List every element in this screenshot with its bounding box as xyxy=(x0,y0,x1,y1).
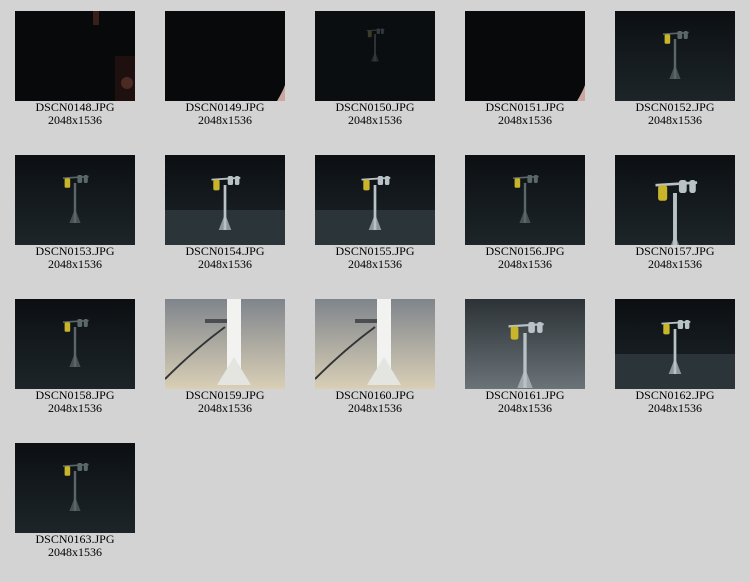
thumbnail-image[interactable] xyxy=(15,155,135,245)
thumbnail-image[interactable] xyxy=(165,155,285,245)
thumbnail-image[interactable] xyxy=(615,155,735,245)
thumbnail-dimensions: 2048x1536 xyxy=(48,545,102,559)
thumbnail-item[interactable]: DSCN0148.JPG 2048x1536 xyxy=(0,0,150,140)
thumbnail-caption: DSCN0157.JPG 2048x1536 xyxy=(600,245,750,271)
thumbnail-image[interactable] xyxy=(165,299,285,389)
thumbnail-item[interactable]: DSCN0154.JPG 2048x1536 xyxy=(150,144,300,284)
thumbnail-image[interactable] xyxy=(165,11,285,101)
photo-thumbnail-icon xyxy=(465,11,585,101)
thumbnail-caption: DSCN0152.JPG 2048x1536 xyxy=(600,101,750,127)
photo-thumbnail-icon xyxy=(465,299,585,389)
photo-thumbnail-icon xyxy=(165,155,285,245)
thumbnail-image[interactable] xyxy=(315,155,435,245)
photo-thumbnail-icon xyxy=(465,155,585,245)
thumbnail-caption: DSCN0148.JPG 2048x1536 xyxy=(0,101,150,127)
photo-thumbnail-icon xyxy=(15,443,135,533)
thumbnail-image[interactable] xyxy=(15,299,135,389)
thumbnail-dimensions: 2048x1536 xyxy=(348,113,402,127)
thumbnail-caption: DSCN0162.JPG 2048x1536 xyxy=(600,389,750,415)
thumbnail-dimensions: 2048x1536 xyxy=(648,113,702,127)
thumbnail-item[interactable]: DSCN0161.JPG 2048x1536 xyxy=(450,288,600,428)
thumbnail-caption: DSCN0159.JPG 2048x1536 xyxy=(150,389,300,415)
thumbnail-dimensions: 2048x1536 xyxy=(48,113,102,127)
thumbnail-image[interactable] xyxy=(615,299,735,389)
thumbnail-item[interactable]: DSCN0149.JPG 2048x1536 xyxy=(150,0,300,140)
thumbnail-dimensions: 2048x1536 xyxy=(498,257,552,271)
photo-thumbnail-icon xyxy=(15,155,135,245)
photo-thumbnail-icon xyxy=(615,299,735,389)
thumbnail-item[interactable]: DSCN0152.JPG 2048x1536 xyxy=(600,0,750,140)
thumbnail-gallery: DSCN0148.JPG 2048x1536 DSCN0149.JPG 2048x15… xyxy=(0,0,750,582)
photo-thumbnail-icon xyxy=(165,11,285,101)
thumbnail-dimensions: 2048x1536 xyxy=(348,257,402,271)
thumbnail-item[interactable]: DSCN0160.JPG 2048x1536 xyxy=(300,288,450,428)
thumbnail-dimensions: 2048x1536 xyxy=(348,401,402,415)
thumbnail-caption: DSCN0155.JPG 2048x1536 xyxy=(300,245,450,271)
thumbnail-caption: DSCN0154.JPG 2048x1536 xyxy=(150,245,300,271)
thumbnail-caption: DSCN0149.JPG 2048x1536 xyxy=(150,101,300,127)
thumbnail-item[interactable]: DSCN0159.JPG 2048x1536 xyxy=(150,288,300,428)
thumbnail-dimensions: 2048x1536 xyxy=(198,113,252,127)
thumbnail-image[interactable] xyxy=(615,11,735,101)
thumbnail-item[interactable]: DSCN0153.JPG 2048x1536 xyxy=(0,144,150,284)
photo-thumbnail-icon xyxy=(615,11,735,101)
thumbnail-item[interactable]: DSCN0157.JPG 2048x1536 xyxy=(600,144,750,284)
photo-thumbnail-icon xyxy=(315,299,435,389)
thumbnail-item[interactable]: DSCN0158.JPG 2048x1536 xyxy=(0,288,150,428)
thumbnail-item[interactable]: DSCN0156.JPG 2048x1536 xyxy=(450,144,600,284)
photo-thumbnail-icon xyxy=(315,11,435,101)
thumbnail-item[interactable]: DSCN0155.JPG 2048x1536 xyxy=(300,144,450,284)
thumbnail-caption: DSCN0158.JPG 2048x1536 xyxy=(0,389,150,415)
photo-thumbnail-icon xyxy=(165,299,285,389)
thumbnail-caption: DSCN0156.JPG 2048x1536 xyxy=(450,245,600,271)
thumbnail-dimensions: 2048x1536 xyxy=(48,257,102,271)
photo-thumbnail-icon xyxy=(15,11,135,101)
thumbnail-dimensions: 2048x1536 xyxy=(198,257,252,271)
thumbnail-caption: DSCN0160.JPG 2048x1536 xyxy=(300,389,450,415)
photo-thumbnail-icon xyxy=(315,155,435,245)
thumbnail-image[interactable] xyxy=(315,299,435,389)
thumbnail-caption: DSCN0150.JPG 2048x1536 xyxy=(300,101,450,127)
thumbnail-dimensions: 2048x1536 xyxy=(648,401,702,415)
thumbnail-item[interactable]: DSCN0151.JPG 2048x1536 xyxy=(450,0,600,140)
thumbnail-image[interactable] xyxy=(465,155,585,245)
thumbnail-image[interactable] xyxy=(465,299,585,389)
thumbnail-dimensions: 2048x1536 xyxy=(198,401,252,415)
thumbnail-image[interactable] xyxy=(15,11,135,101)
thumbnail-dimensions: 2048x1536 xyxy=(498,113,552,127)
thumbnail-item[interactable]: DSCN0150.JPG 2048x1536 xyxy=(300,0,450,140)
photo-thumbnail-icon xyxy=(615,155,735,245)
thumbnail-dimensions: 2048x1536 xyxy=(48,401,102,415)
thumbnail-image[interactable] xyxy=(315,11,435,101)
thumbnail-caption: DSCN0151.JPG 2048x1536 xyxy=(450,101,600,127)
thumbnail-image[interactable] xyxy=(465,11,585,101)
thumbnail-caption: DSCN0161.JPG 2048x1536 xyxy=(450,389,600,415)
thumbnail-image[interactable] xyxy=(15,443,135,533)
thumbnail-dimensions: 2048x1536 xyxy=(648,257,702,271)
thumbnail-item[interactable]: DSCN0163.JPG 2048x1536 xyxy=(0,432,150,572)
photo-thumbnail-icon xyxy=(15,299,135,389)
thumbnail-dimensions: 2048x1536 xyxy=(498,401,552,415)
thumbnail-caption: DSCN0163.JPG 2048x1536 xyxy=(0,533,150,559)
thumbnail-item[interactable]: DSCN0162.JPG 2048x1536 xyxy=(600,288,750,428)
thumbnail-caption: DSCN0153.JPG 2048x1536 xyxy=(0,245,150,271)
